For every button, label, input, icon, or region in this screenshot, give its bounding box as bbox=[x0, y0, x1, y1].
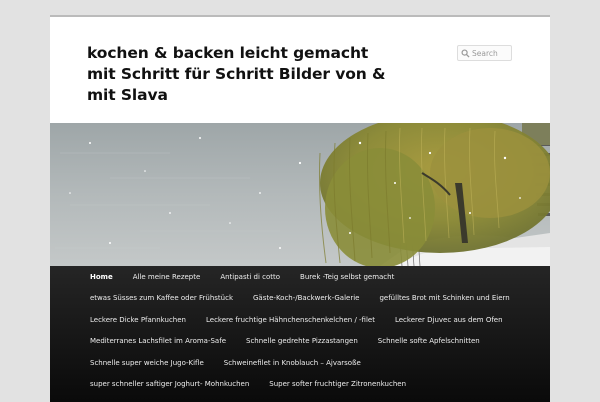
nav-item[interactable]: Alle meine Rezepte bbox=[123, 266, 211, 288]
nav-item[interactable]: Schnelle super weiche Jugo-Kifle bbox=[80, 352, 214, 374]
nav-item[interactable]: Schnelle gedrehte Pizzastangen bbox=[236, 331, 368, 353]
nav-item[interactable]: Schnelle softe Apfelschnitten bbox=[368, 331, 490, 353]
nav-item[interactable]: Mediterranes Lachsfilet im Aroma-Safe bbox=[80, 331, 236, 353]
nav-item[interactable]: Leckerer Djuvec aus dem Ofen bbox=[385, 309, 513, 331]
nav-item[interactable]: Antipasti di cotto bbox=[210, 266, 290, 288]
nav-item[interactable]: Super softer fruchtiger Zitronenkuchen bbox=[259, 374, 416, 396]
nav-item[interactable]: Schweinefilet in Knoblauch – Ajvarsoße bbox=[214, 352, 371, 374]
nav-item[interactable]: Leckere Dicke Pfannkuchen bbox=[80, 309, 196, 331]
nav-item[interactable]: Home bbox=[80, 266, 123, 288]
nav-item[interactable]: etwas Süsses zum Kaffee oder Frühstück bbox=[80, 288, 243, 310]
nav-item[interactable]: Burek -Teig selbst gemacht bbox=[290, 266, 404, 288]
search-box[interactable] bbox=[457, 45, 512, 61]
nav-menu: Home Alle meine Rezepte Antipasti di cotto… bbox=[80, 266, 550, 395]
search-icon bbox=[459, 46, 471, 60]
nav-item[interactable]: gefülltes Brot mit Schinken und Eiern bbox=[369, 288, 519, 310]
nav-item[interactable]: Gäste-Koch-/Backwerk-Galerie bbox=[243, 288, 369, 310]
nav-item[interactable]: Leckere fruchtige Hähnchenschenkelchen /… bbox=[196, 309, 385, 331]
nav-item[interactable]: super schneller saftiger Joghurt- Mohnku… bbox=[80, 374, 259, 396]
header-banner-image bbox=[50, 123, 550, 266]
search-input[interactable] bbox=[471, 46, 511, 60]
main-navigation: Home Alle meine Rezepte Antipasti di cotto… bbox=[50, 266, 550, 402]
page-container: kochen & backen leicht gemacht mit Schri… bbox=[50, 15, 550, 402]
site-title[interactable]: kochen & backen leicht gemacht mit Schri… bbox=[87, 43, 387, 106]
